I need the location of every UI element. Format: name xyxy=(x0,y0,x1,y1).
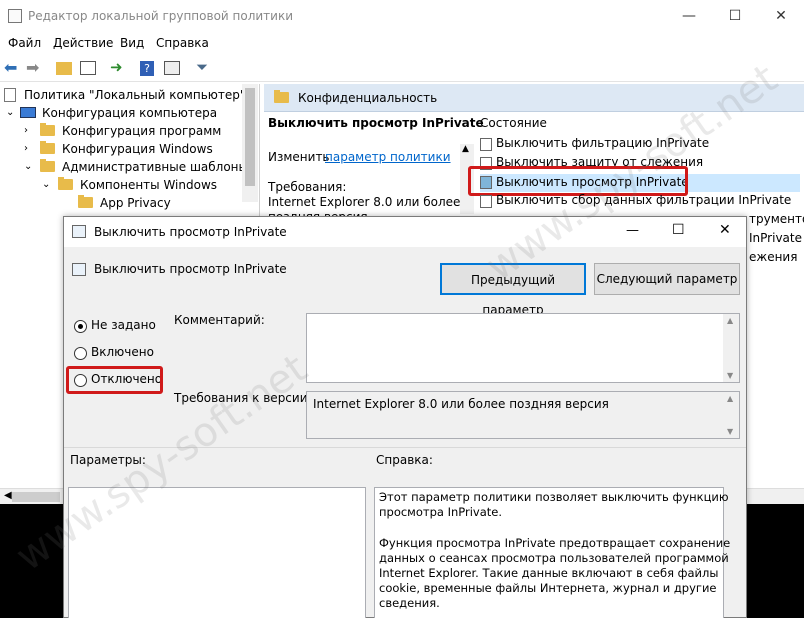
app-icon xyxy=(8,9,22,23)
dialog-separator xyxy=(64,447,746,448)
prev-setting-label: Предыдущий параметр xyxy=(470,273,556,317)
help-panel[interactable]: Этот параметр политики позволяет выключи… xyxy=(374,487,730,618)
minimize-button[interactable]: — xyxy=(666,0,712,32)
main-titlebar: Редактор локальной групповой политики — … xyxy=(0,0,804,32)
policy-icon xyxy=(72,263,86,276)
menu-view[interactable]: Вид xyxy=(120,36,144,50)
tree-scrollbar[interactable] xyxy=(242,84,258,202)
help-icon[interactable]: ? xyxy=(140,58,160,78)
prev-setting-button[interactable]: Предыдущий параметр xyxy=(440,263,586,317)
version-field: Internet Explorer 8.0 или более поздняя … xyxy=(306,391,740,439)
version-label: Требования к версии: xyxy=(174,391,312,405)
menu-action[interactable]: Действие xyxy=(53,36,113,50)
dialog-titlebar: Выключить просмотр InPrivate — ☐ ✕ xyxy=(64,217,746,247)
chevron-down-icon[interactable]: ⌄ xyxy=(42,176,50,194)
menu-file[interactable]: Файл xyxy=(8,36,41,50)
details-header: Конфиденциальность xyxy=(264,84,804,112)
dialog-header: Выключить просмотр InPrivate xyxy=(94,262,287,276)
highlight-frame xyxy=(468,166,688,196)
folder-icon xyxy=(78,195,93,208)
radio-enabled-label[interactable]: Включено xyxy=(91,345,154,359)
chevron-down-icon[interactable]: ⌄ xyxy=(24,158,32,176)
policy-dialog: Выключить просмотр InPrivate — ☐ ✕ Выклю… xyxy=(63,216,747,618)
policy-list-item-partial[interactable]: InPrivate xyxy=(749,231,802,245)
filter-icon[interactable]: ⏷ xyxy=(196,58,216,78)
details-folder-title: Конфиденциальность xyxy=(298,91,438,105)
dialog-title: Выключить просмотр InPrivate xyxy=(94,225,287,239)
policy-icon xyxy=(72,225,86,238)
policy-icon xyxy=(4,88,16,102)
comment-textarea[interactable]: ▲ ▼ xyxy=(306,313,740,383)
main-window-title: Редактор локальной групповой политики xyxy=(28,9,294,23)
highlight-frame xyxy=(66,366,163,394)
help-text-line: cookie, временные файлы Интернета, журна… xyxy=(379,581,717,595)
show-tree-icon[interactable] xyxy=(80,58,100,78)
folder-icon xyxy=(58,177,73,190)
next-setting-button[interactable]: Следующий параметр xyxy=(594,263,740,295)
folder-icon xyxy=(40,141,55,154)
help-text-line: данных о сеансах просмотра пользователей… xyxy=(379,551,729,565)
params-label: Параметры: xyxy=(70,453,146,467)
chevron-right-icon[interactable]: › xyxy=(24,122,28,140)
menu-help[interactable]: Справка xyxy=(156,36,209,50)
policy-icon xyxy=(480,138,492,151)
radio-not-configured-label[interactable]: Не задано xyxy=(91,318,156,332)
folder-icon xyxy=(40,159,55,172)
policy-list-item-partial[interactable]: ежения xyxy=(749,250,797,264)
version-scrollbar[interactable]: ▲ ▼ xyxy=(723,392,739,438)
maximize-button[interactable]: ☐ xyxy=(672,222,685,238)
help-text-line: Этот параметр политики позволяет выключи… xyxy=(379,490,729,504)
forward-arrow-icon[interactable]: ➡ xyxy=(26,58,46,78)
requirements-text: Internet Explorer 8.0 или более xyxy=(268,195,461,209)
close-button[interactable]: ✕ xyxy=(758,0,804,32)
chevron-right-icon[interactable]: › xyxy=(24,140,28,158)
help-text-line: просмотра InPrivate. xyxy=(379,505,503,519)
folder-icon xyxy=(40,123,55,136)
help-label: Справка: xyxy=(376,453,433,467)
requirements-label: Требования: xyxy=(268,180,347,194)
back-arrow-icon[interactable]: ⬅ xyxy=(4,58,24,78)
menu-bar: Файл Действие Вид Справка xyxy=(0,32,804,54)
help-text-line: сведения. xyxy=(379,596,440,610)
edit-policy-link[interactable]: параметр политики xyxy=(325,150,451,164)
policy-title: Выключить просмотр InPrivate xyxy=(268,116,484,130)
radio-not-configured[interactable] xyxy=(74,320,87,333)
version-value: Internet Explorer 8.0 или более поздняя … xyxy=(313,397,609,411)
edit-prefix: Изменить xyxy=(268,150,330,164)
policy-icon xyxy=(480,195,492,208)
export-icon[interactable]: ➜ xyxy=(110,58,130,78)
maximize-button[interactable]: ☐ xyxy=(712,0,758,32)
properties-icon[interactable] xyxy=(164,58,184,78)
params-panel xyxy=(68,487,366,618)
toolbar: ⬅ ➡ ➜ ? ⏷ xyxy=(0,54,804,82)
computer-icon xyxy=(20,107,36,118)
comment-label: Комментарий: xyxy=(174,313,265,327)
close-button[interactable]: ✕ xyxy=(719,222,731,238)
policy-list-item-partial[interactable]: трументов xyxy=(749,212,804,226)
chevron-down-icon[interactable]: ⌄ xyxy=(6,104,14,122)
next-setting-label: Следующий параметр xyxy=(596,272,738,286)
column-state[interactable]: Состояние xyxy=(480,116,547,130)
help-text-line: Функция просмотра InPrivate предотвращае… xyxy=(379,536,731,550)
help-text-line: Internet Explorer. Такие данные включают… xyxy=(379,566,719,580)
radio-enabled[interactable] xyxy=(74,347,87,360)
folder-icon xyxy=(274,90,289,103)
minimize-button[interactable]: — xyxy=(626,223,639,238)
comment-scrollbar[interactable]: ▲ ▼ xyxy=(723,314,739,382)
up-folder-icon[interactable] xyxy=(56,58,76,78)
